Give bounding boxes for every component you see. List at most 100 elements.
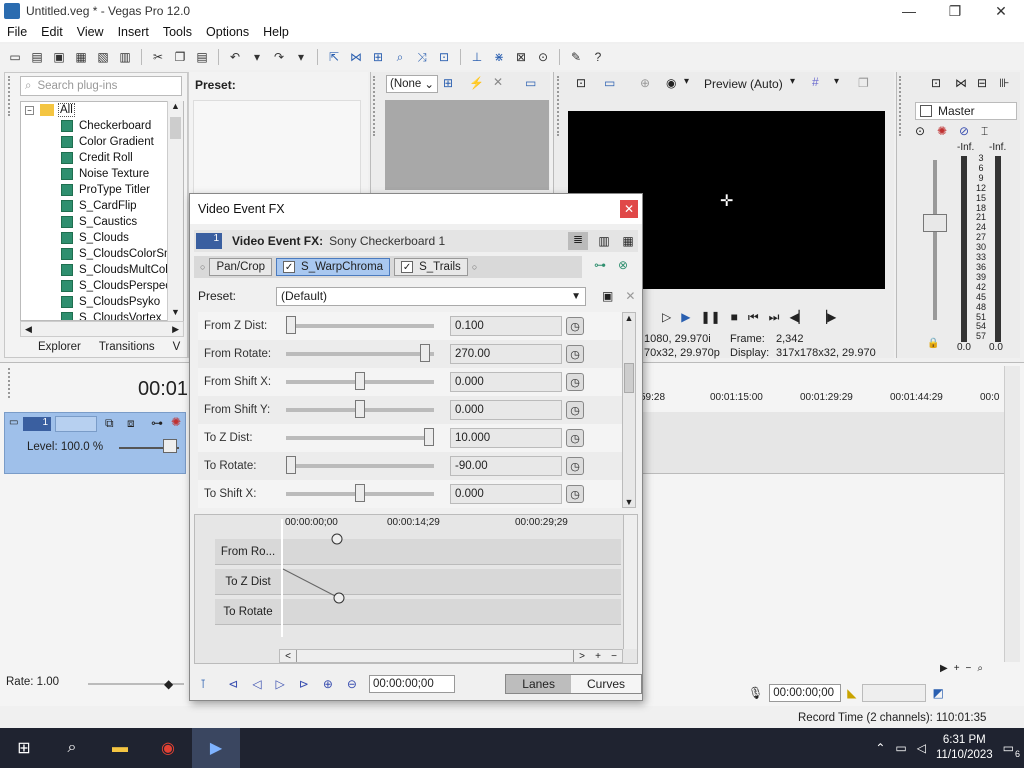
parameter-value-field[interactable]: 0.100 <box>450 316 562 336</box>
help-icon[interactable]: ? <box>589 48 607 66</box>
plugin-item[interactable]: S_Clouds <box>21 230 183 246</box>
parameter-value-field[interactable]: -90.00 <box>450 456 562 476</box>
volume-icon[interactable]: ◁ <box>917 741 926 755</box>
ignore-grouping-icon[interactable]: ⊠ <box>512 48 530 66</box>
trimmer-effect-icon[interactable]: ⚡ <box>469 76 484 90</box>
scroll-up-icon[interactable]: ▲ <box>168 101 183 115</box>
plugin-item[interactable]: S_CloudsPsyko <box>21 294 183 310</box>
menu-options[interactable]: Options <box>199 25 256 39</box>
plugin-item[interactable]: S_CloudsMultColo <box>21 262 183 278</box>
next-frame-icon[interactable]: ▕▶ <box>818 310 836 324</box>
animate-clock-icon[interactable]: ◷ <box>566 373 584 391</box>
first-keyframe-icon[interactable]: ⊲ <box>228 677 238 691</box>
tree-horizontal-scrollbar[interactable]: ◀ ▶ <box>20 321 184 337</box>
parameter-value-field[interactable]: 0.000 <box>450 484 562 504</box>
zoom-in-icon[interactable]: + <box>590 651 606 662</box>
plugin-chain-icon[interactable]: ⊶ <box>594 258 606 272</box>
track-fx-icon[interactable]: ✺ <box>171 415 181 429</box>
parent-icon[interactable]: ⧈ <box>127 416 135 431</box>
parameter-slider[interactable] <box>286 400 434 418</box>
animate-clock-icon[interactable]: ◷ <box>566 317 584 335</box>
slider-knob[interactable] <box>355 400 365 418</box>
plugin-item[interactable]: Color Gradient <box>21 134 183 150</box>
plugin-item[interactable]: Checkerboard <box>21 118 183 134</box>
redo-icon[interactable]: ↷ <box>270 48 288 66</box>
preview-props-icon[interactable]: ⊡ <box>576 76 586 90</box>
scroll-left-icon[interactable]: ◀ <box>25 324 32 335</box>
search-icon[interactable]: ⌕ <box>48 728 96 768</box>
chevron-down-icon[interactable]: ▾ <box>684 76 689 87</box>
auto-crossfade-icon[interactable]: ⋇ <box>490 48 508 66</box>
fx-icon[interactable]: ✺ <box>937 124 947 138</box>
mixer-properties-icon[interactable]: ⊡ <box>931 76 941 90</box>
solo-icon[interactable]: ⊘ <box>959 124 969 138</box>
notifications-icon[interactable]: ▭ 6 <box>1003 741 1020 759</box>
collapse-icon[interactable]: − <box>25 105 34 115</box>
file-explorer-icon[interactable]: ▬ <box>96 728 144 768</box>
scroll-thumb[interactable] <box>296 650 574 662</box>
undo-dropdown-icon[interactable]: ▾ <box>248 48 266 66</box>
parameter-value-field[interactable]: 0.000 <box>450 400 562 420</box>
track-minimize-icon[interactable]: ▭ <box>9 417 18 428</box>
dialog-close-button[interactable]: ✕ <box>620 200 638 218</box>
list-view-icon[interactable]: ▥ <box>594 234 614 248</box>
save-as-icon[interactable]: ▦ <box>72 48 90 66</box>
slider-knob[interactable] <box>355 372 365 390</box>
previous-frame-icon[interactable]: ◀▏ <box>789 310 807 324</box>
tree-root[interactable]: − All <box>21 102 183 118</box>
render-icon[interactable]: ▧ <box>94 48 112 66</box>
play-from-start-icon[interactable]: ▷ <box>662 310 671 324</box>
rate-slider[interactable]: ◆ <box>164 677 173 691</box>
sync-cursor-icon[interactable]: ⊺ <box>200 677 206 691</box>
animate-clock-icon[interactable]: ◷ <box>566 485 584 503</box>
minimize-button[interactable]: — <box>886 3 932 20</box>
keyframe-time-field[interactable]: 00:00:00;00 <box>368 675 456 693</box>
plugin-item[interactable]: S_CloudsVortex <box>21 310 183 320</box>
lock-envelopes-icon[interactable]: ⊡ <box>435 48 453 66</box>
tab-transitions[interactable]: Transitions <box>99 341 155 357</box>
parameter-slider[interactable] <box>286 372 434 390</box>
dialog-preset-select[interactable]: (Default) ▼ <box>276 286 587 306</box>
parameter-value-field[interactable]: 0.000 <box>450 372 562 392</box>
plugin-item[interactable]: ProType Titler <box>21 182 183 198</box>
external-monitor-icon[interactable]: ▭ <box>604 76 615 90</box>
snapping-icon[interactable]: ⊥ <box>468 48 486 66</box>
slider-knob[interactable] <box>424 428 434 446</box>
keyframe-vertical-scrollbar[interactable] <box>623 515 637 649</box>
delete-preset-icon[interactable]: ✕ <box>625 289 635 303</box>
chevron-up-icon[interactable]: ⌃ <box>875 741 885 755</box>
zoom-out-icon[interactable]: − <box>606 651 622 662</box>
menu-file[interactable]: File <box>0 25 34 39</box>
add-keyframe-icon[interactable]: ⊕ <box>323 677 333 691</box>
scroll-right-icon[interactable]: ▶ <box>172 324 179 335</box>
normal-edit-tool-icon[interactable]: ⇱ <box>325 48 343 66</box>
mixer-options-icon[interactable]: ⊪ <box>999 76 1009 90</box>
timeline-vertical-scrollbar[interactable] <box>1004 366 1020 662</box>
tab-video-fx[interactable]: V <box>173 341 181 357</box>
compositing-icon[interactable]: ⧉ <box>105 416 114 431</box>
parameter-value-field[interactable]: 270.00 <box>450 344 562 364</box>
params-vertical-scrollbar[interactable]: ▲ ▼ <box>622 312 636 508</box>
trimmer-settings-icon[interactable]: ⊞ <box>443 76 453 90</box>
zoom-tool-icon[interactable]: ⌕ <box>391 48 409 66</box>
copy-icon[interactable]: ❐ <box>171 48 189 66</box>
motion-icon[interactable]: ⊶ <box>151 416 163 430</box>
cursor-time[interactable]: 00:00:00;00 <box>769 684 842 702</box>
remove-plugin-icon[interactable]: ⊗ <box>618 258 628 272</box>
parameter-slider[interactable] <box>286 456 434 474</box>
keyframe-horizontal-scrollbar[interactable]: < > + − <box>279 649 623 663</box>
scroll-down-icon[interactable]: ▼ <box>168 307 183 321</box>
last-keyframe-icon[interactable]: ⊳ <box>299 677 309 691</box>
trimmer-preset-select[interactable]: (None ⌄ <box>386 75 438 93</box>
checkbox-icon[interactable]: ✓ <box>401 261 414 273</box>
play-icon[interactable]: ▶ <box>681 310 690 324</box>
downmix-icon[interactable]: ⋈ <box>955 76 967 90</box>
menu-edit[interactable]: Edit <box>34 25 70 39</box>
level-slider[interactable] <box>163 439 177 453</box>
curves-view-button[interactable]: Curves <box>570 675 641 693</box>
save-icon[interactable]: ▣ <box>50 48 68 66</box>
grid-view-icon[interactable]: ▦ <box>618 234 638 248</box>
mute-icon[interactable]: ⊙ <box>915 124 925 138</box>
checkbox-icon[interactable]: ✓ <box>283 261 296 273</box>
scroll-thumb[interactable] <box>170 117 181 139</box>
